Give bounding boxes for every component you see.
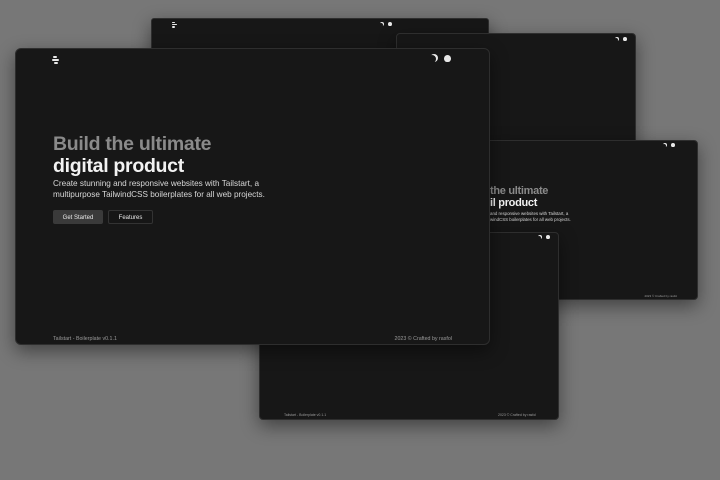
header-icons: [538, 235, 550, 239]
footer-version: Tailstart - Boilerplate v0.1.1: [53, 336, 117, 342]
header-icons: [430, 54, 451, 62]
github-icon: [623, 37, 627, 41]
github-icon: [388, 22, 392, 26]
get-started-button[interactable]: Get Started: [53, 210, 103, 224]
preview-footer-credit: 2023 © Crafted by rasfol: [644, 294, 677, 298]
header-icons: [380, 22, 392, 26]
preview-title-gray: the ultimate: [490, 185, 549, 197]
features-button[interactable]: Features: [108, 210, 153, 224]
footer-credit[interactable]: 2023 © Crafted by rasfol: [395, 336, 453, 342]
moon-icon: [380, 22, 384, 26]
tailstart-logo-icon: [172, 22, 177, 28]
moon-icon: [615, 37, 619, 41]
github-icon: [546, 235, 550, 239]
moon-icon: [663, 143, 667, 147]
header-icons: [663, 143, 675, 147]
preview-title-white: il product: [490, 197, 538, 209]
header-icons: [615, 37, 627, 41]
hero-title-white: digital product: [53, 155, 184, 177]
preview-footer-version: Tailstart - Boilerplate v0.1.1: [284, 413, 327, 417]
moon-icon: [538, 235, 542, 239]
main-preview-window: Build the ultimate digital product Creat…: [15, 48, 490, 345]
moon-icon[interactable]: [430, 54, 438, 62]
github-icon: [671, 143, 675, 147]
github-icon[interactable]: [444, 54, 451, 62]
hero-subtitle: Create stunning and responsive websites …: [53, 179, 265, 199]
preview-subtitle: and responsive websites with Tailstart, …: [490, 211, 571, 222]
hero-title-gray: Build the ultimate: [53, 133, 212, 155]
showcase-stage: ate h Tailstart, a web projects. 2023 © …: [0, 0, 720, 480]
tailstart-logo-icon[interactable]: [52, 56, 60, 64]
preview-footer-credit: 2023 © Crafted by rasfol: [498, 413, 536, 417]
